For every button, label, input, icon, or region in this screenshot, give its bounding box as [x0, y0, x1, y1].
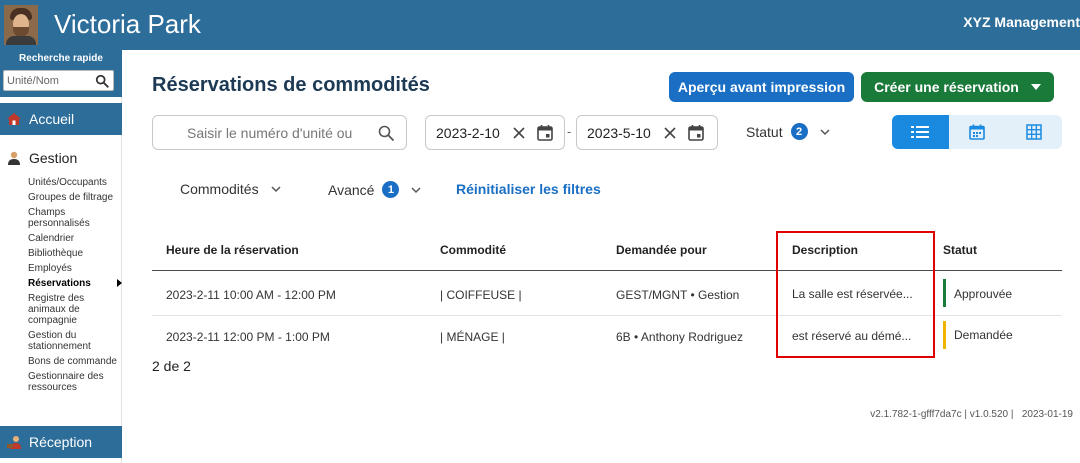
row-requested-for: 6B • Anthony Rodriguez	[616, 330, 743, 344]
end-date-value: 2023-5-10	[587, 125, 651, 141]
end-date-field[interactable]: 2023-5-10	[576, 115, 718, 150]
advanced-filter-label: Avancé	[328, 181, 375, 198]
chevron-down-icon	[411, 186, 421, 193]
reception-icon	[7, 436, 21, 449]
chevron-down-icon	[271, 186, 281, 193]
start-date-field[interactable]: 2023-2-10	[425, 115, 565, 150]
row-requested-for: GEST/MGNT • Gestion	[616, 288, 740, 302]
nav-gestion[interactable]: Gestion	[0, 145, 122, 171]
result-count: 2 de 2	[152, 358, 191, 374]
avatar[interactable]	[4, 5, 38, 45]
caret-right-icon	[117, 279, 122, 287]
unit-search-field[interactable]	[152, 115, 407, 150]
sidebar-item-reservations[interactable]: Réservations	[28, 278, 122, 289]
sidebar-item-bibliotheque[interactable]: Bibliothèque	[28, 248, 120, 259]
nav-reception[interactable]: Réception	[0, 426, 122, 458]
view-toggle	[892, 115, 1062, 149]
status-filter-count-badge: 2	[790, 123, 808, 140]
row-status: Demandée	[954, 328, 1013, 342]
sidebar-item-ressources[interactable]: Gestionnaire des ressources	[28, 371, 120, 393]
row-amenity: | COIFFEUSE |	[440, 288, 522, 302]
grid-view-button[interactable]	[1005, 115, 1062, 149]
footer: v2.1.782-1-gfff7da7c | v1.0.520 | 2023-0…	[870, 409, 1073, 420]
quick-search-panel: Recherche rapide	[0, 50, 122, 97]
home-icon	[7, 113, 21, 125]
column-header-time[interactable]: Heure de la réservation	[166, 243, 299, 257]
nav-reception-label: Réception	[29, 434, 93, 450]
sidebar-item-calendrier[interactable]: Calendrier	[28, 233, 120, 244]
sidebar-item-bons[interactable]: Bons de commande	[28, 356, 120, 367]
grid-icon	[1025, 124, 1042, 140]
amenities-filter-label: Commodités	[180, 181, 259, 197]
column-header-amenity[interactable]: Commodité	[440, 243, 506, 257]
create-reservation-button[interactable]: Créer une réservation	[861, 72, 1054, 102]
list-view-button[interactable]	[892, 115, 949, 149]
search-icon[interactable]	[378, 125, 394, 141]
calendar-icon[interactable]	[536, 124, 554, 142]
advanced-filter[interactable]: Avancé 1	[328, 181, 421, 198]
top-bar: Victoria Park XYZ Management	[0, 0, 1080, 50]
create-reservation-label: Créer une réservation	[874, 79, 1019, 95]
calendar-view-button[interactable]	[949, 115, 1006, 149]
start-date-value: 2023-2-10	[436, 125, 500, 141]
calendar-icon[interactable]	[687, 124, 705, 142]
column-header-requested-for[interactable]: Demandée pour	[616, 243, 707, 257]
status-indicator	[943, 279, 946, 307]
sidebar-item-employes[interactable]: Employés	[28, 263, 120, 274]
gestion-submenu: Unités/Occupants Groupes de filtrage Cha…	[28, 177, 122, 397]
print-preview-button[interactable]: Aperçu avant impression	[669, 72, 854, 102]
quick-search-input[interactable]	[7, 73, 89, 88]
unit-search-input[interactable]	[187, 124, 352, 142]
quick-search-label: Recherche rapide	[19, 53, 103, 64]
status-filter[interactable]: Statut 2	[746, 123, 830, 140]
chevron-down-icon	[1030, 84, 1041, 90]
org-name[interactable]: XYZ Management	[963, 14, 1080, 30]
build-date: 2023-01-19	[1021, 409, 1073, 420]
sidebar-item-animaux[interactable]: Registre des animaux de compagnie	[28, 293, 120, 326]
sidebar-item-stationnement[interactable]: Gestion du stationnement	[28, 330, 120, 352]
site-title: Victoria Park	[54, 9, 201, 39]
clear-icon[interactable]	[512, 126, 526, 140]
status-filter-label: Statut	[746, 123, 783, 140]
reset-filters-link[interactable]: Réinitialiser les filtres	[456, 181, 601, 197]
sidebar-item-reservations-label: Réservations	[28, 278, 91, 289]
row-status: Approuvée	[954, 287, 1013, 301]
sidebar-item-champs[interactable]: Champs personnalisés	[28, 207, 120, 229]
status-indicator	[943, 321, 946, 349]
sidebar-item-unites[interactable]: Unités/Occupants	[28, 177, 120, 188]
sidebar-item-groupes[interactable]: Groupes de filtrage	[28, 192, 120, 203]
amenities-filter[interactable]: Commodités	[180, 181, 281, 197]
row-time: 2023-2-11 12:00 PM - 1:00 PM	[166, 330, 330, 344]
sidebar: Recherche rapide Accueil Gestion Unités/…	[0, 50, 122, 463]
calendar-icon	[969, 124, 985, 140]
list-icon	[911, 126, 930, 138]
description-column-highlight	[776, 231, 935, 358]
quick-search-field[interactable]	[3, 70, 114, 91]
search-icon[interactable]	[95, 74, 109, 88]
manager-icon	[8, 151, 20, 165]
column-header-status[interactable]: Statut	[943, 243, 977, 257]
nav-gestion-label: Gestion	[29, 150, 78, 166]
chevron-down-icon	[820, 128, 830, 135]
advanced-filter-count-badge: 1	[382, 181, 400, 198]
print-preview-label: Aperçu avant impression	[677, 79, 846, 95]
page-title: Réservations de commodités	[152, 74, 430, 96]
date-separator: -	[567, 124, 572, 139]
version-info: v2.1.782-1-gfff7da7c | v1.0.520 |	[870, 409, 1014, 420]
clear-icon[interactable]	[663, 126, 677, 140]
nav-accueil[interactable]: Accueil	[0, 103, 122, 135]
row-amenity: | MÉNAGE |	[440, 330, 505, 344]
row-time: 2023-2-11 10:00 AM - 12:00 PM	[166, 288, 336, 302]
nav-accueil-label: Accueil	[29, 111, 75, 127]
